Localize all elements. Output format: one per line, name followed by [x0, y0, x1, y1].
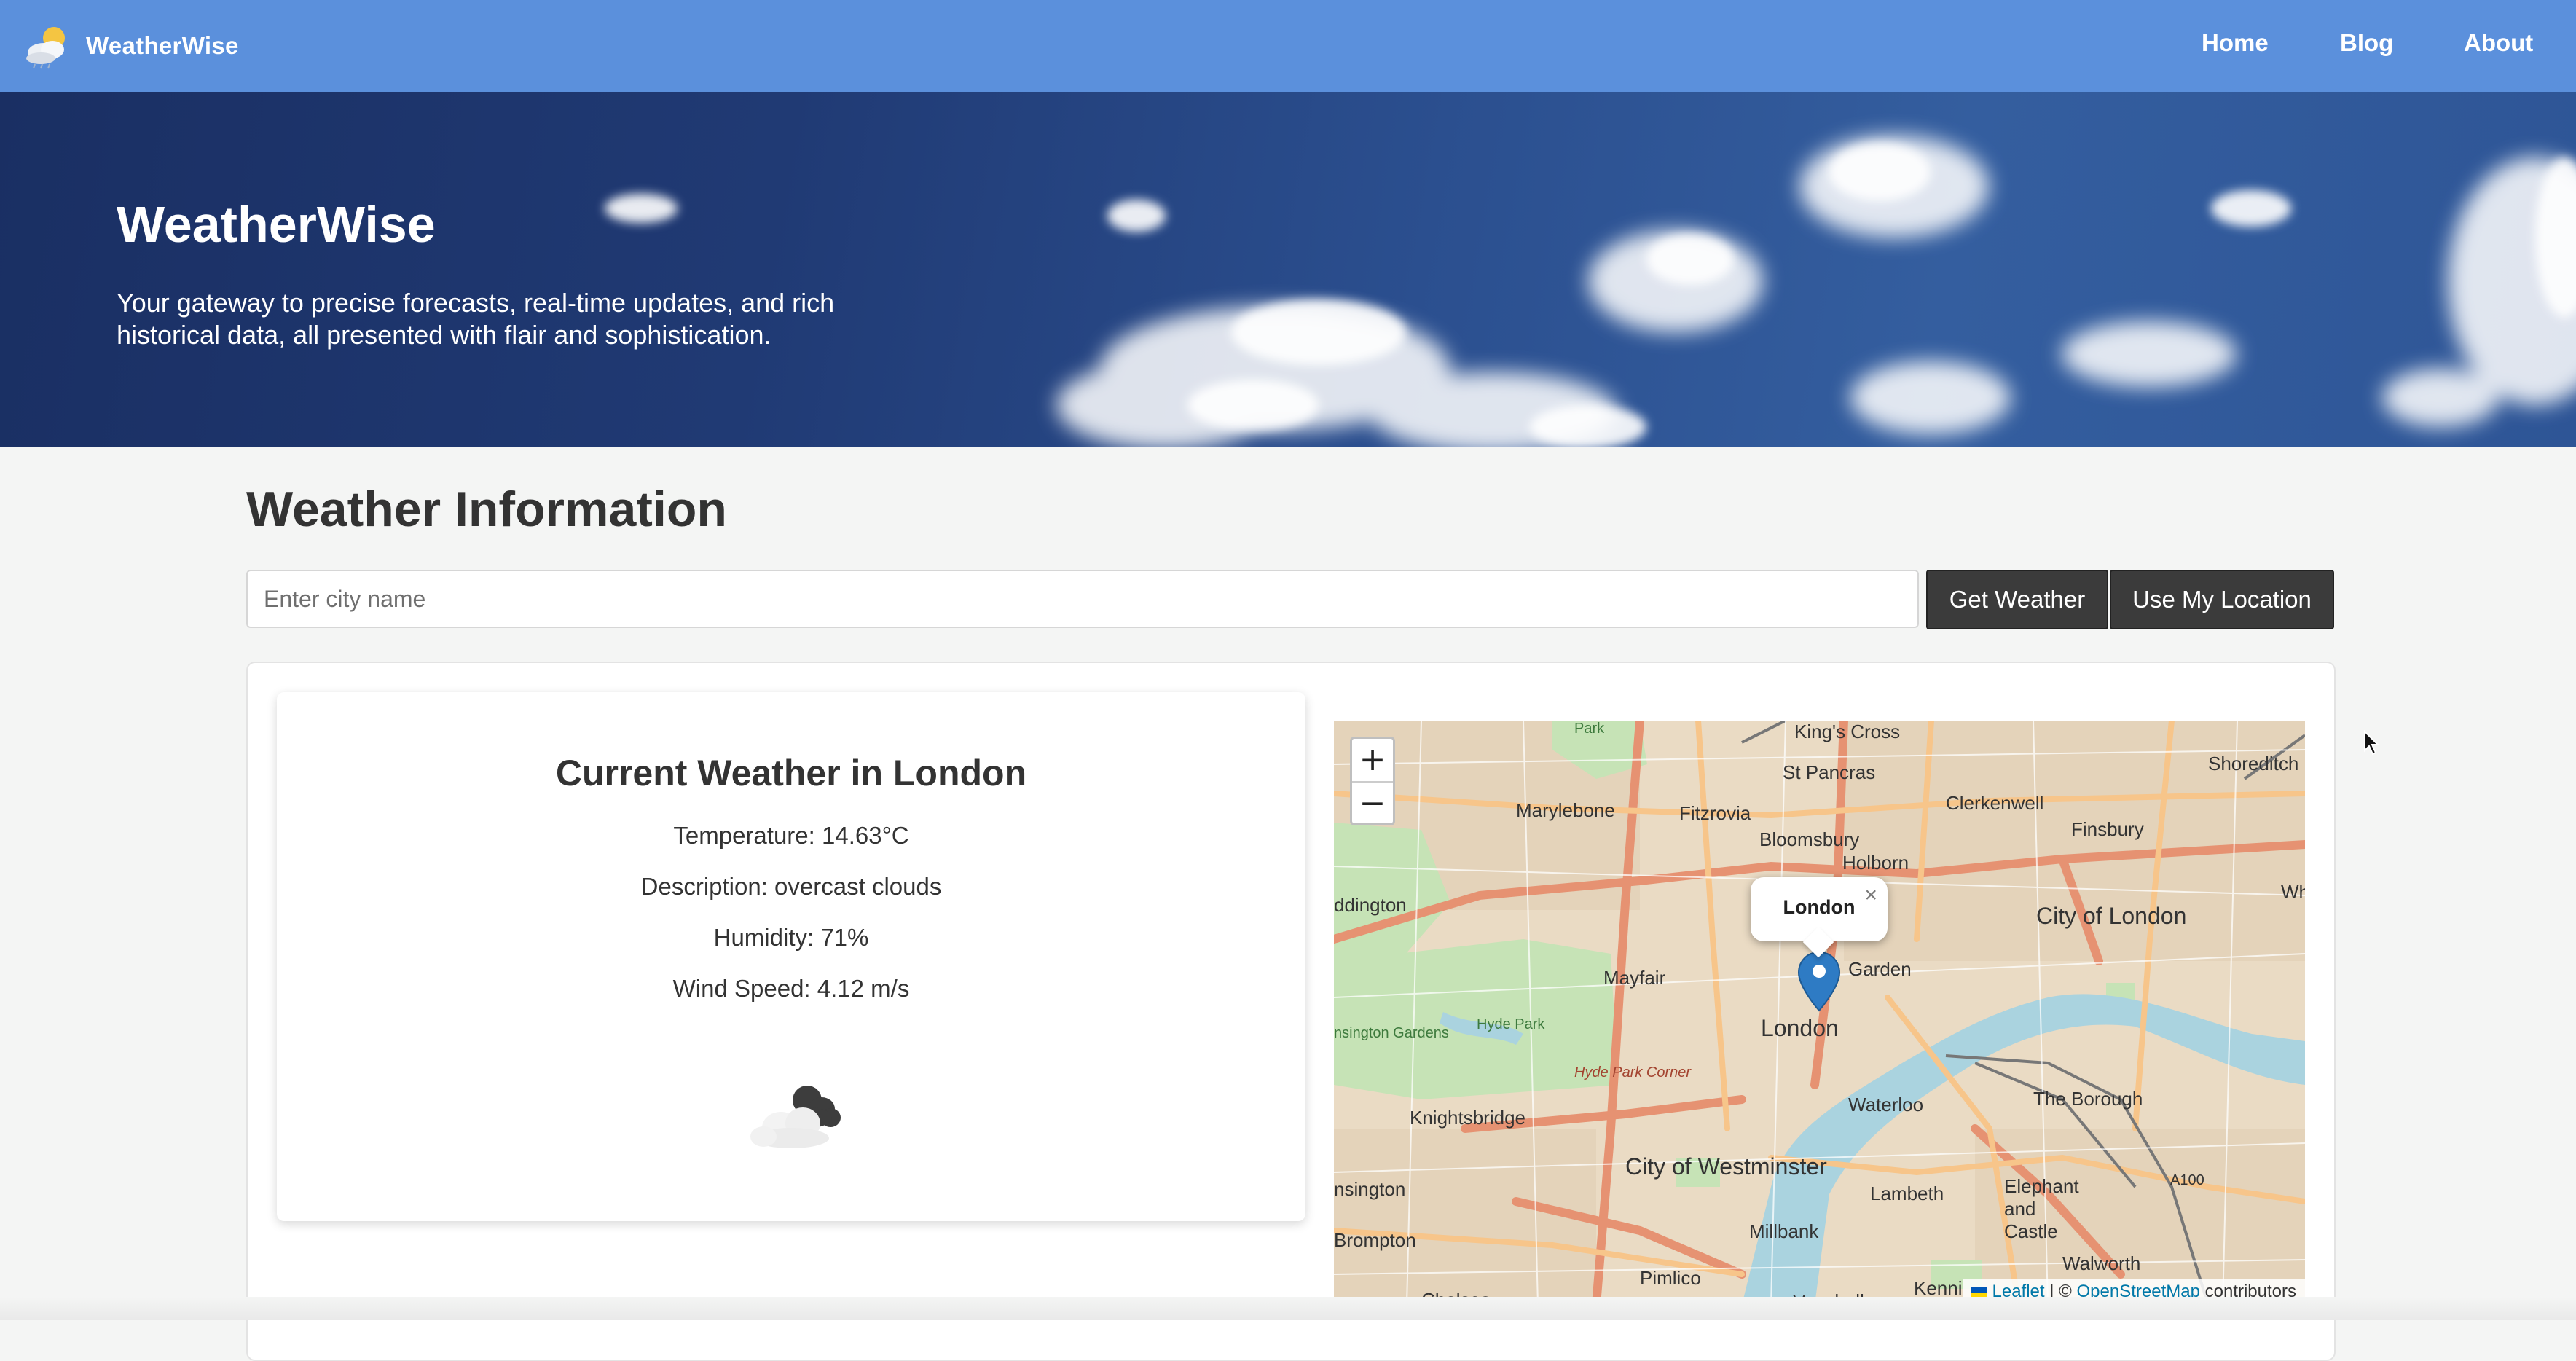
use-my-location-button[interactable]: Use My Location: [2110, 570, 2334, 629]
map-label: Garden: [1848, 958, 1912, 980]
map-label: Fitzrovia: [1679, 802, 1751, 824]
map-label: A100: [2170, 1172, 2204, 1188]
map-label: Holborn: [1842, 852, 1909, 874]
sky-clouds-image: [605, 136, 2576, 447]
map-label: Finsbury: [2071, 818, 2144, 840]
map-label: Hyde Park: [1477, 1016, 1545, 1032]
overcast-clouds-icon: [750, 1086, 841, 1148]
map-label: Park: [1574, 721, 1605, 737]
map-label: Pimlico: [1640, 1267, 1701, 1289]
map-tiles: [1334, 721, 2305, 1305]
map-label: Shoreditch: [2208, 753, 2299, 774]
map-label: Elephant and Castle: [2004, 1175, 2079, 1242]
map-view[interactable]: King's Cross St Pancras Shoreditch Maryl…: [1334, 721, 2305, 1305]
top-navigation-bar: WeatherWise Home Blog About: [0, 0, 2576, 92]
current-weather-card: Current Weather in London Temperature: 1…: [277, 692, 1305, 1221]
zoom-in-button[interactable]: +: [1352, 739, 1393, 781]
nav-home-link[interactable]: Home: [2202, 29, 2269, 57]
description-text: Description: overcast clouds: [640, 873, 942, 900]
hero-banner: WeatherWise Your gateway to precise fore…: [0, 92, 2576, 447]
brand[interactable]: WeatherWise: [23, 17, 239, 74]
partly-cloudy-logo-icon: [26, 27, 65, 69]
weather-title: Current Weather in London: [555, 753, 1027, 793]
marker-popup: × London: [1751, 877, 1888, 958]
nav-about-link[interactable]: About: [2464, 29, 2533, 57]
map-label: The Borough: [2033, 1088, 2143, 1110]
map-label: ddington: [1334, 894, 1407, 916]
hero-title: WeatherWise: [117, 196, 436, 253]
map-label: St Pancras: [1783, 761, 1876, 783]
mouse-cursor-icon: [2364, 730, 2380, 756]
humidity-text: Humidity: 71%: [713, 924, 869, 951]
map-label: City of Westminster: [1625, 1153, 1827, 1180]
map-label: Marylebone: [1516, 799, 1615, 821]
map-label: Whi: [2281, 881, 2305, 903]
map-label: Brompton: [1334, 1229, 1416, 1251]
temperature-text: Temperature: 14.63°C: [673, 822, 909, 849]
brand-name: WeatherWise: [86, 32, 239, 59]
map-label: Knightsbridge: [1410, 1107, 1525, 1129]
zoom-out-button[interactable]: −: [1352, 781, 1393, 825]
map-label: Hyde Park Corner: [1574, 1064, 1692, 1080]
city-search-input[interactable]: [246, 570, 1919, 628]
map-label: Mayfair: [1603, 967, 1666, 989]
map-label: Lambeth: [1870, 1182, 1944, 1204]
bottom-shadow: [0, 1297, 2576, 1320]
zoom-control: + −: [1350, 737, 1395, 825]
map-label: Waterloo: [1848, 1094, 1924, 1115]
wind-speed-text: Wind Speed: 4.12 m/s: [672, 975, 910, 1002]
map-label: City of London: [2036, 903, 2187, 929]
map-label: London: [1761, 1015, 1839, 1041]
popup-label: London: [1783, 896, 1856, 918]
map-label: Walworth: [2062, 1252, 2141, 1274]
hero-subtitle: Your gateway to precise forecasts, real-…: [117, 288, 835, 350]
section-title: Weather Information: [246, 482, 727, 537]
map-label: nsington: [1334, 1178, 1406, 1200]
map-label: Millbank: [1749, 1220, 1819, 1242]
map-label: Clerkenwell: [1946, 792, 2044, 814]
map-label: King's Cross: [1794, 721, 1901, 742]
map-label: nsington Gardens: [1334, 1025, 1449, 1041]
nav-blog-link[interactable]: Blog: [2340, 29, 2393, 57]
get-weather-button[interactable]: Get Weather: [1926, 570, 2108, 629]
map-label: Bloomsbury: [1759, 828, 1860, 850]
